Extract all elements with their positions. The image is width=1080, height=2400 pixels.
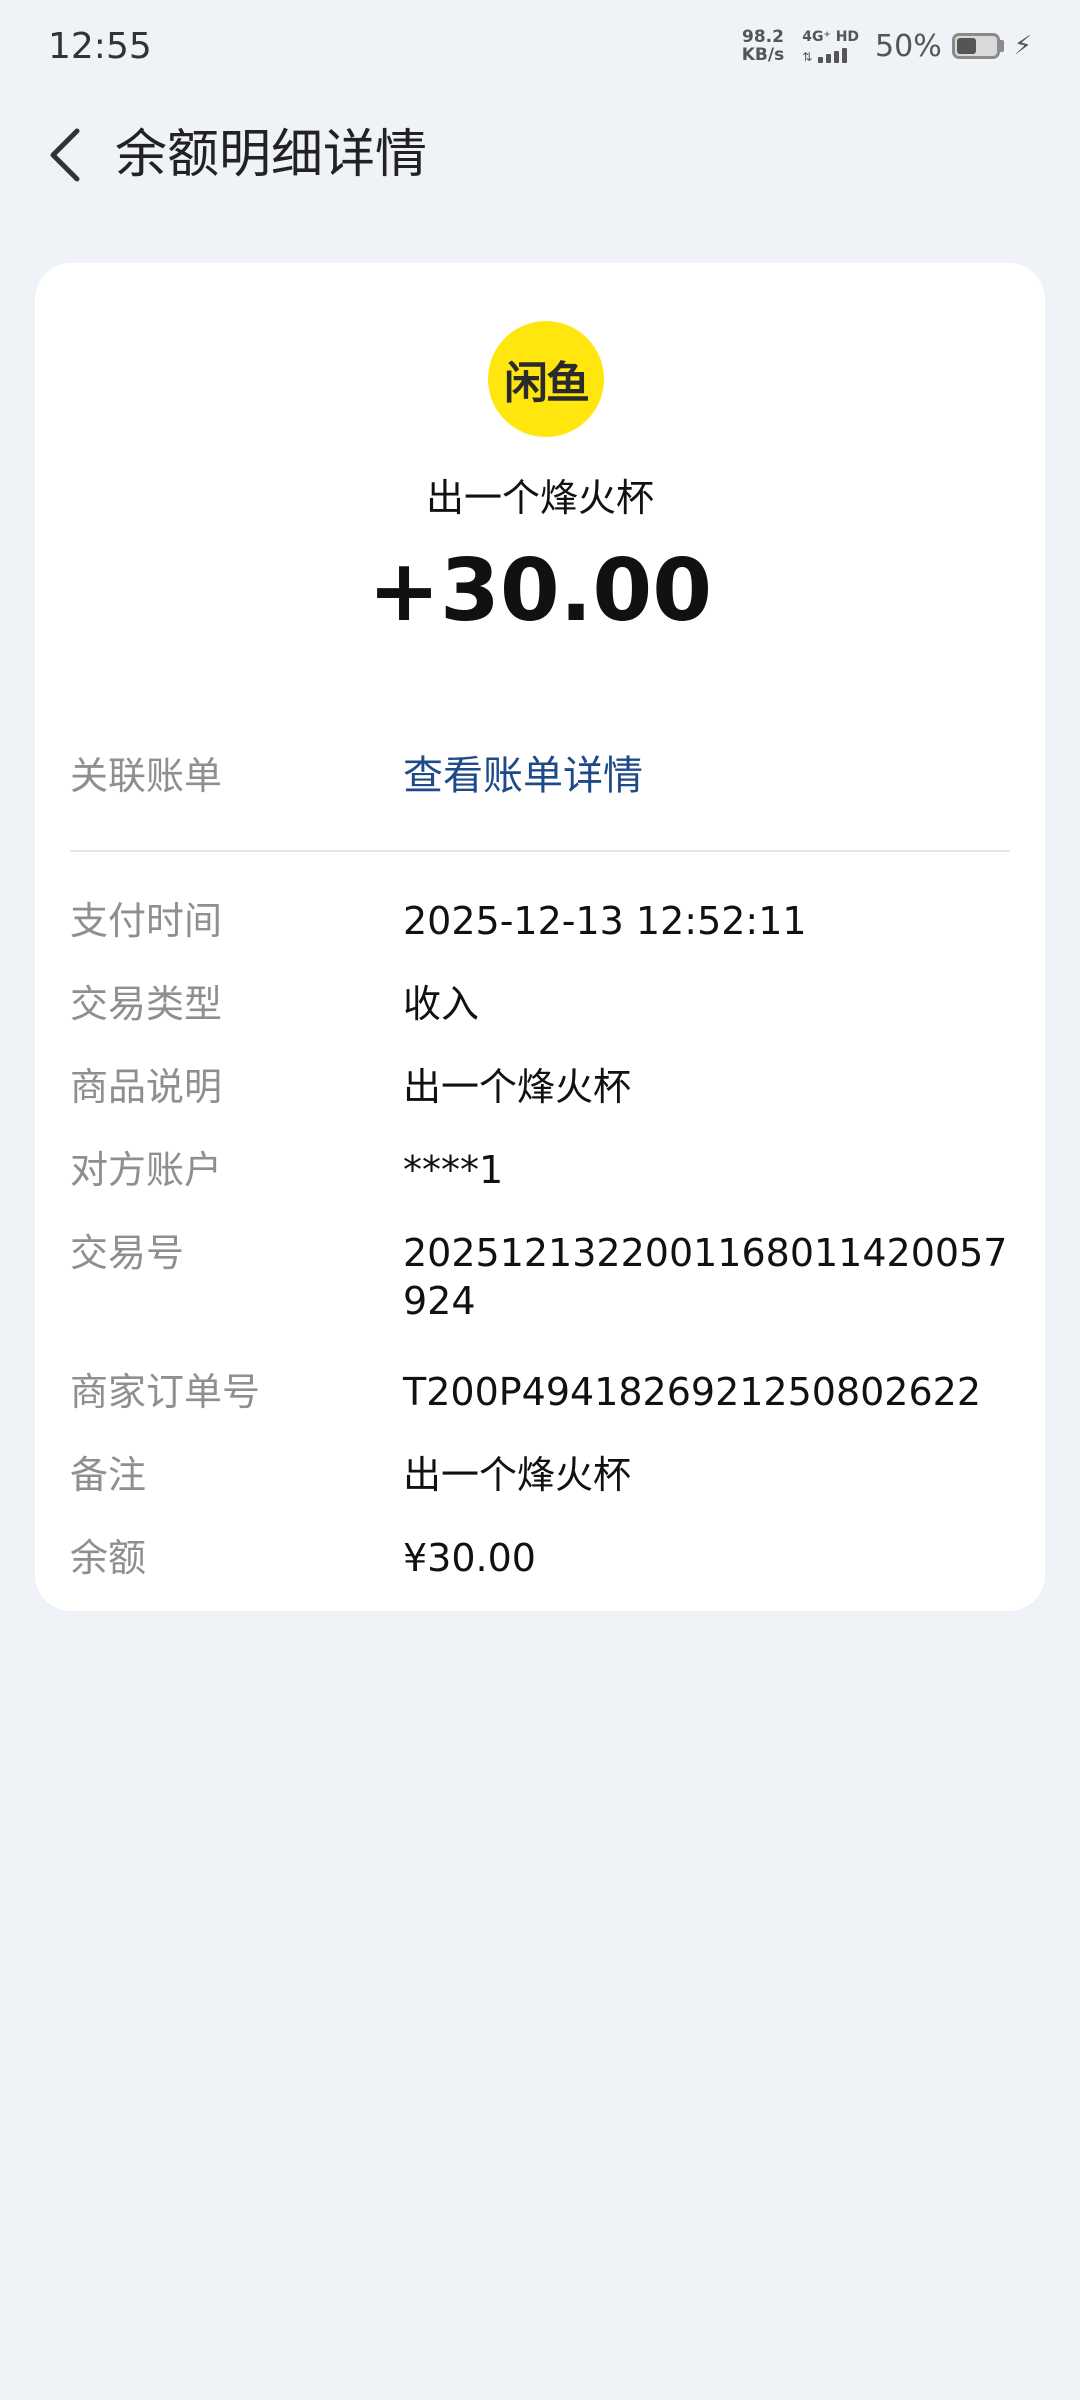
battery-percent: 50% [875,28,942,64]
battery-tip [999,40,1004,52]
detail-label: 交易号 [70,1231,185,1275]
detail-value: ****1 [403,1148,504,1192]
page-title: 余额明细详情 [115,125,428,185]
detail-value: T200P4941826921250802622 [403,1370,982,1414]
network-speed-unit: KB/s [741,45,785,65]
back-button[interactable] [30,120,100,190]
network-speed: 98.2 KB/s [742,28,784,64]
signal-bar-icon [842,48,848,63]
signal-bar-icon [834,51,840,63]
detail-value: 2025-12-13 12:52:11 [403,899,807,943]
cellular-signal: 4G⁺ HD ⇅ [802,29,859,63]
divider [70,850,1010,852]
chevron-left-icon [50,128,80,182]
view-bill-details-link[interactable]: 查看账单详情 [403,752,1013,800]
battery-icon [951,33,1000,59]
network-type: 4G⁺ HD [802,29,860,45]
detail-label: 商品说明 [70,1065,223,1109]
detail-label: 支付时间 [70,899,223,943]
signal-bar-icon [826,54,832,63]
status-bar: 12:55 98.2 KB/s 4G⁺ HD ⇅ 50% ⚡ [0,0,1080,100]
linked-bill-label: 关联账单 [70,754,223,798]
transaction-amount: +30.00 [367,541,713,641]
detail-value: 收入 [403,982,480,1026]
detail-label: 余额 [70,1536,147,1580]
detail-value: ¥30.00 [403,1536,536,1580]
detail-value: 出一个烽火杯 [403,1453,632,1497]
detail-value: 2025121322001168011420057924 [403,1231,1008,1323]
page-header: 余额明细详情 [0,110,1080,200]
status-indicators: 98.2 KB/s 4G⁺ HD ⇅ 50% ⚡ [742,28,1032,64]
battery-fill [956,38,976,54]
detail-label: 备注 [70,1453,147,1497]
signal-bar-icon [818,57,824,63]
detail-value: 出一个烽火杯 [403,1065,632,1109]
merchant-name: 出一个烽火杯 [425,476,654,520]
merchant-logo: 闲鱼 [488,321,604,437]
status-time: 12:55 [48,26,152,67]
data-arrows-icon: ⇅ [802,50,813,64]
transaction-card: 闲鱼 出一个烽火杯 +30.00 关联账单 查看账单详情 支付时间 2025-12… [35,263,1045,1611]
network-speed-value: 98.2 [741,27,784,47]
detail-label: 商家订单号 [70,1370,261,1414]
charging-bolt-icon: ⚡ [1013,31,1032,61]
detail-label: 交易类型 [70,982,223,1026]
detail-label: 对方账户 [70,1148,223,1192]
